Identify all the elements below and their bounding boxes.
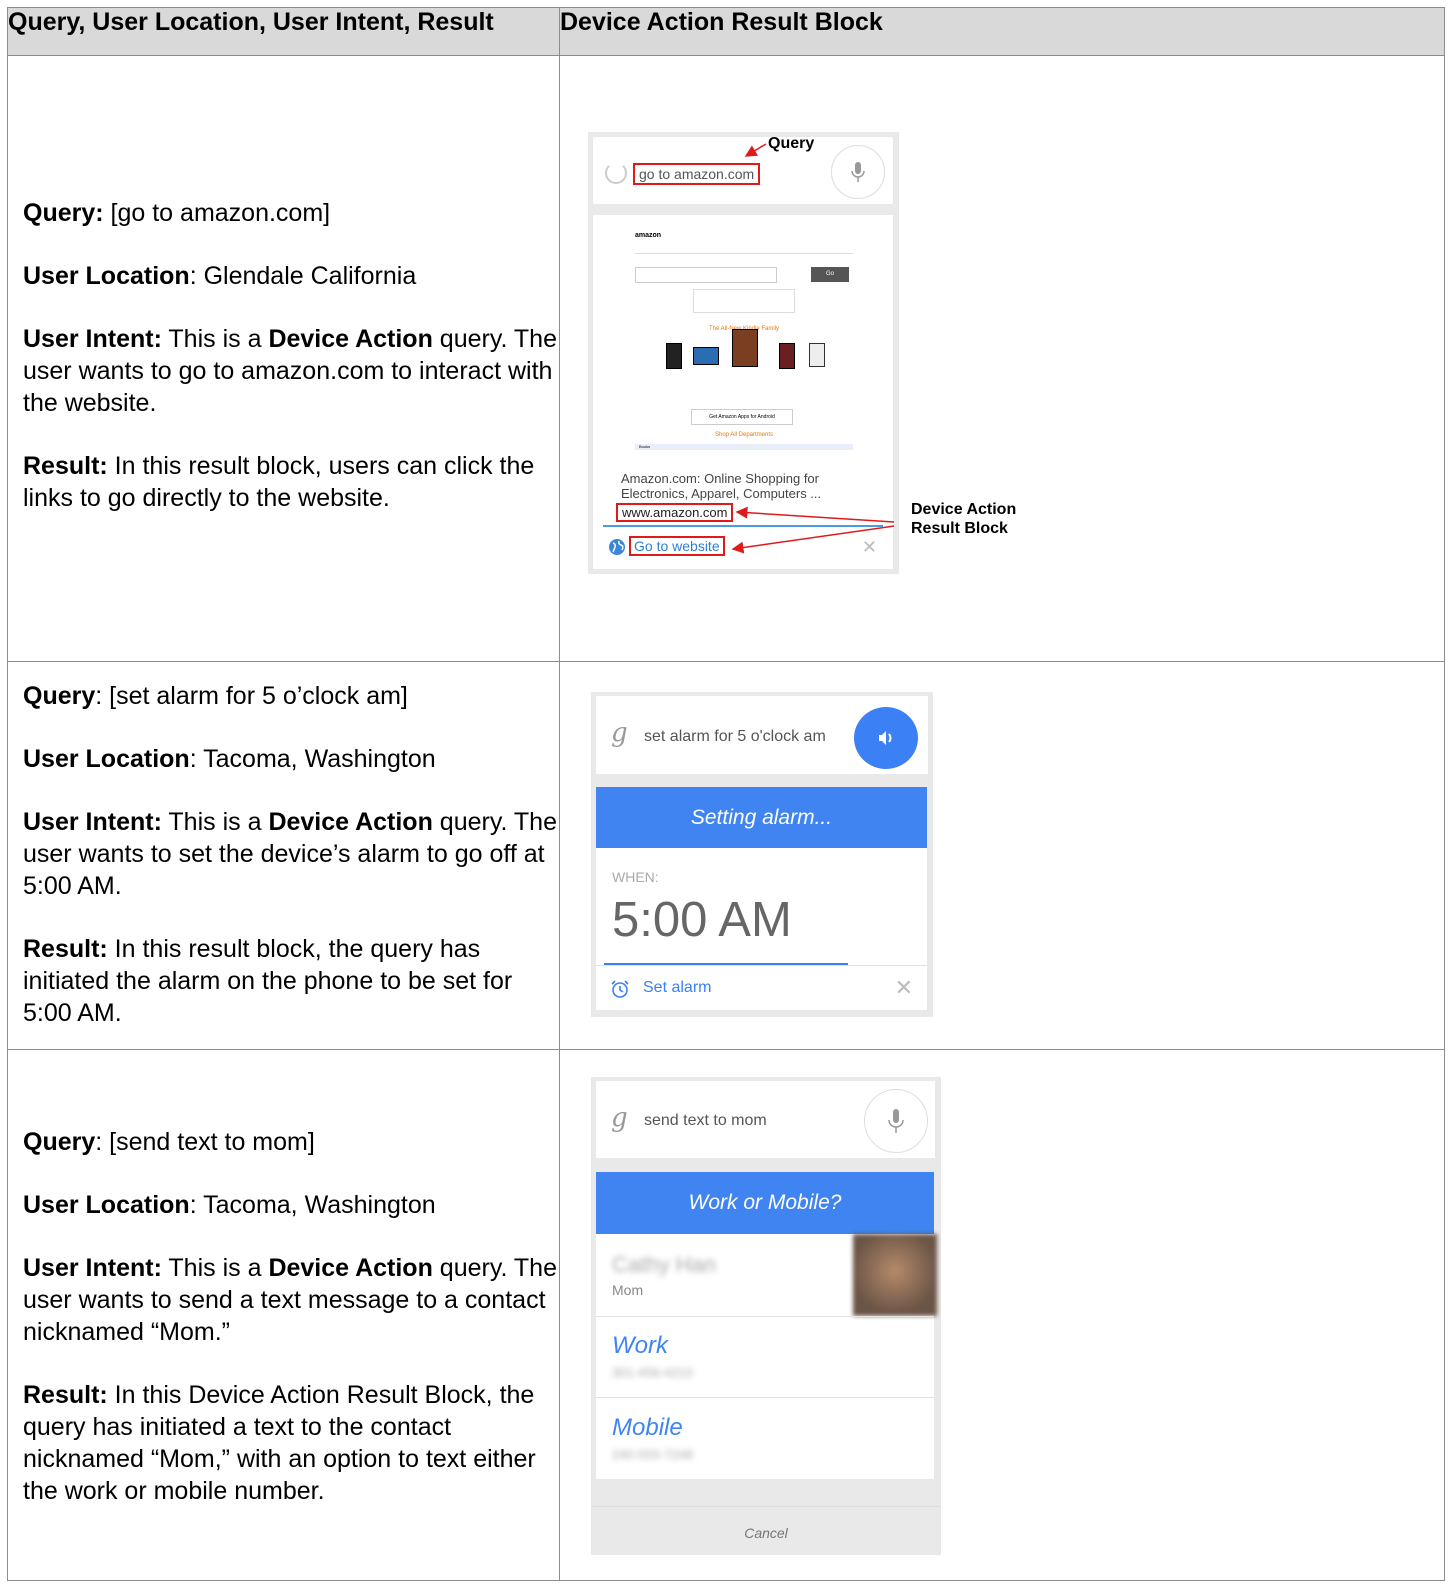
query-line: Query: [go to amazon.com] <box>23 197 563 229</box>
result-label: Result: <box>23 452 108 480</box>
amazon-search-field <box>635 267 777 283</box>
location-label: User Location <box>23 1191 190 1219</box>
query-line: Query: [set alarm for 5 o’clock am] <box>23 680 563 712</box>
annotation-block-label: Device Action Result Block <box>911 501 1017 537</box>
kindle-device <box>732 329 758 367</box>
intent-label: User Intent: <box>23 1254 162 1282</box>
query-line: Query: [send text to mom] <box>23 1126 563 1158</box>
intent-line: User Intent: This is a Device Action que… <box>23 325 557 417</box>
result-line: Result: In this result block, users can … <box>23 450 563 514</box>
microphone-icon[interactable] <box>864 1089 928 1153</box>
amazon-banner <box>693 289 795 313</box>
when-label: WHEN: <box>612 869 659 885</box>
result-label: Result: <box>23 935 108 963</box>
query-text[interactable]: set alarm for 5 o'clock am <box>644 728 826 746</box>
column-header-query: Query, User Location, User Intent, Resul… <box>7 7 560 56</box>
result-card: amazon Go The All-New Kindle Family Get … <box>593 215 893 569</box>
kindle-device <box>809 343 825 367</box>
location-line: User Location: Tacoma, Washington <box>23 1189 563 1221</box>
query-value: : [send text to mom] <box>95 1128 315 1156</box>
query-label: Query: <box>23 199 104 227</box>
text-phone-screenshot: g send text to mom Work or Mobile? Cathy… <box>591 1077 941 1555</box>
row-2-result-block: g set alarm for 5 o'clock am Setting ala… <box>559 661 1445 1050</box>
close-icon[interactable]: ✕ <box>895 975 913 1001</box>
location-value: : Tacoma, Washington <box>189 1191 436 1219</box>
work-option[interactable]: Work <box>612 1332 668 1360</box>
query-label: Query <box>23 682 96 710</box>
column-header-result-block: Device Action Result Block <box>559 7 1445 56</box>
intent-line: User Intent: This is a Device Action que… <box>23 1254 557 1346</box>
location-label: User Location <box>23 745 190 773</box>
mobile-number: 240-555-7248 <box>612 1447 693 1462</box>
google-g-icon: g <box>611 1103 628 1133</box>
location-line: User Location: Tacoma, Washington <box>23 743 563 775</box>
result-url[interactable]: www.amazon.com <box>616 503 734 522</box>
amazon-logo: amazon <box>635 232 662 239</box>
device-action-table: Query, User Location, User Intent, Resul… <box>7 7 1445 1581</box>
amazon-apps-banner: Get Amazon Apps for Android <box>691 409 793 425</box>
row-2-description: Query: [set alarm for 5 o’clock am] User… <box>7 661 563 1050</box>
microphone-icon[interactable] <box>831 145 885 199</box>
divider <box>596 965 927 966</box>
row-1-description: Query: [go to amazon.com] User Location:… <box>7 55 563 662</box>
close-icon[interactable]: ✕ <box>862 537 877 558</box>
amazon-page-thumbnail[interactable]: amazon Go The All-New Kindle Family Get … <box>631 229 857 451</box>
location-label: User Location <box>23 262 190 290</box>
query-label: Query <box>23 1128 96 1156</box>
annotation-query-label: Query <box>768 135 815 152</box>
contact-nickname: Mom <box>612 1282 644 1298</box>
location-value: : Glendale California <box>189 262 417 290</box>
go-to-website-button[interactable]: Go to website <box>629 536 725 556</box>
search-bar[interactable]: go to amazon.com <box>593 137 893 204</box>
location-line: User Location: Glendale California <box>23 260 563 292</box>
shop-departments-link: Shop All Departments <box>714 432 774 438</box>
amazon-phone-screenshot: go to amazon.com amazon Go The All-New K… <box>588 132 899 574</box>
intent-line: User Intent: This is a Device Action que… <box>23 808 557 900</box>
cancel-button[interactable]: Cancel <box>591 1525 941 1541</box>
divider <box>596 1316 934 1317</box>
row-3-result-block: g send text to mom Work or Mobile? Cathy… <box>559 1049 1445 1581</box>
query-value: : [set alarm for 5 o’clock am] <box>95 682 408 710</box>
location-value: : Tacoma, Washington <box>189 745 436 773</box>
alarm-time[interactable]: 5:00 AM <box>612 892 792 948</box>
alarm-card-header: Setting alarm... <box>596 787 927 848</box>
speaker-icon[interactable] <box>854 707 918 769</box>
google-g-icon: g <box>611 718 628 748</box>
intent-label: User Intent: <box>23 325 162 353</box>
kindle-device <box>693 347 719 365</box>
row-1-result-block: go to amazon.com amazon Go The All-New K… <box>559 55 1445 662</box>
result-snippet[interactable]: Amazon.com: Online Shopping for Electron… <box>621 471 881 501</box>
search-bar[interactable]: g set alarm for 5 o'clock am <box>596 696 928 774</box>
query-text[interactable]: send text to mom <box>644 1112 767 1130</box>
work-number: 301-456-4210 <box>612 1365 693 1380</box>
row-3-description: Query: [send text to mom] User Location:… <box>7 1049 563 1581</box>
intent-label: User Intent: <box>23 808 162 836</box>
spinner-icon <box>605 162 627 184</box>
kindle-device <box>779 343 795 369</box>
divider <box>596 1397 934 1398</box>
books-bar: Books <box>635 444 853 450</box>
alarm-card: Setting alarm... WHEN: 5:00 AM Set alarm… <box>596 787 927 1010</box>
divider <box>603 525 883 527</box>
alarm-clock-icon <box>610 979 630 1004</box>
contact-name: Cathy Han <box>612 1252 716 1277</box>
mobile-option[interactable]: Mobile <box>612 1414 683 1442</box>
alarm-phone-screenshot: g set alarm for 5 o'clock am Setting ala… <box>591 692 933 1017</box>
result-label: Result: <box>23 1381 108 1409</box>
globe-icon <box>608 538 626 561</box>
text-contact-card: Work or Mobile? Cathy Han Mom Work 301-4… <box>596 1172 937 1479</box>
amazon-go-button: Go <box>811 267 849 282</box>
text-card-header: Work or Mobile? <box>596 1172 934 1234</box>
query-text[interactable]: go to amazon.com <box>633 163 761 185</box>
query-value: [go to amazon.com] <box>103 199 331 227</box>
kindle-device <box>666 343 682 369</box>
search-bar[interactable]: g send text to mom <box>596 1081 935 1158</box>
amazon-nav-bar <box>635 243 853 254</box>
set-alarm-button[interactable]: Set alarm <box>643 979 711 997</box>
result-line: Result: In this result block, the query … <box>23 933 563 1029</box>
contact-avatar <box>853 1234 937 1316</box>
result-line: Result: In this Device Action Result Blo… <box>23 1379 563 1507</box>
